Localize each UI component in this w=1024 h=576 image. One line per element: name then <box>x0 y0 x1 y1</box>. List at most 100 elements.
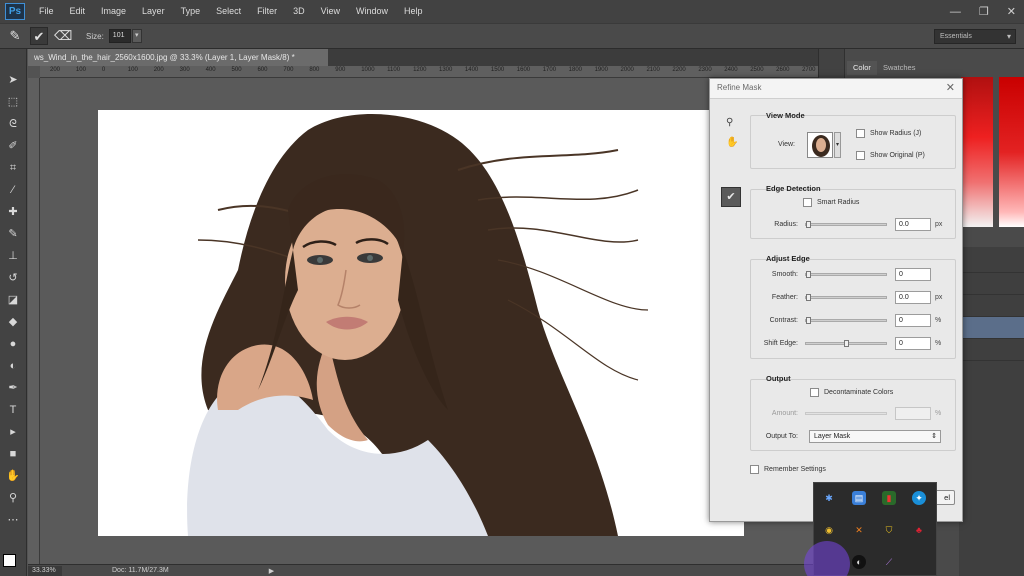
menu-window[interactable]: Window <box>348 0 396 23</box>
status-menu-arrow-icon[interactable]: ▶ <box>269 567 274 575</box>
canvas-area[interactable] <box>40 78 818 564</box>
menu-type[interactable]: Type <box>173 0 209 23</box>
edge-detection-group <box>750 189 956 239</box>
paint-bucket-tool-icon[interactable]: ◆ <box>4 313 22 331</box>
workspace-switcher[interactable]: Essentials <box>934 29 1016 44</box>
app-green-icon[interactable]: ▮ <box>882 491 896 505</box>
view-mode-thumbnail[interactable] <box>807 132 833 158</box>
menu-file[interactable]: File <box>31 0 62 23</box>
edge-detection-title: Edge Detection <box>766 184 821 193</box>
refine-radius-tool-icon[interactable]: ✔ <box>30 27 48 45</box>
shift-edge-slider[interactable] <box>805 340 887 347</box>
refine-radius-brush-icon[interactable]: ✔ <box>721 187 741 207</box>
smart-radius-checkbox[interactable] <box>803 198 812 207</box>
erase-refinements-tool-icon[interactable]: ⌫ <box>54 27 72 45</box>
minimize-button[interactable]: — <box>950 6 961 18</box>
smooth-slider-knob[interactable] <box>806 271 811 278</box>
document-canvas[interactable] <box>98 110 744 536</box>
show-radius-checkbox[interactable] <box>856 129 865 138</box>
shift-edge-input[interactable]: 0 <box>895 337 931 350</box>
brush-tool-icon[interactable]: ✎ <box>4 225 22 243</box>
document-app-icon[interactable]: ▤ <box>852 491 866 505</box>
eraser-tool-icon[interactable]: ◪ <box>4 291 22 309</box>
menu-filter[interactable]: Filter <box>249 0 285 23</box>
media-app-icon[interactable]: ◐ <box>852 555 866 569</box>
more-tools-icon[interactable]: ⋯ <box>4 511 22 529</box>
marquee-tool-icon[interactable]: ⬚ <box>4 93 22 111</box>
restore-button[interactable]: ❐ <box>979 5 989 18</box>
feather-slider-knob[interactable] <box>806 294 811 301</box>
decontaminate-colors-checkbox[interactable] <box>810 388 819 397</box>
eyedropper-tool-icon[interactable]: ⁄ <box>4 181 22 199</box>
stamp-tool-icon[interactable]: ⊥ <box>4 247 22 265</box>
foreground-color-swatch[interactable] <box>3 554 16 567</box>
feather-slider[interactable] <box>805 294 887 301</box>
tab-color[interactable]: Color <box>847 61 877 75</box>
healing-tool-icon[interactable]: ✚ <box>4 203 22 221</box>
move-tool-icon[interactable]: ➤ <box>4 71 22 89</box>
contrast-slider[interactable] <box>805 317 887 324</box>
rectangle-tool-icon[interactable]: ■ <box>4 445 22 463</box>
zoom-tool-icon[interactable]: ⚲ <box>4 489 22 507</box>
path-select-tool-icon[interactable]: ▸ <box>4 423 22 441</box>
color-spectrum[interactable] <box>961 77 993 227</box>
lasso-tool-icon[interactable]: ᘓ <box>4 115 22 133</box>
vertical-ruler[interactable] <box>28 78 40 564</box>
dialog-title-bar[interactable]: Refine Mask ✕ <box>710 79 962 99</box>
color-ramp[interactable] <box>999 77 1024 227</box>
red-app-icon[interactable]: ♣ <box>912 523 926 537</box>
document-size-info[interactable]: Doc: 11.7M/27.3M <box>112 567 169 574</box>
type-tool-icon[interactable]: T <box>4 401 22 419</box>
quick-select-tool-icon[interactable]: ✐ <box>4 137 22 155</box>
layer-row[interactable] <box>959 295 1024 317</box>
layer-row[interactable] <box>959 339 1024 361</box>
tool-preset-brush-icon[interactable]: ✎ <box>6 27 24 45</box>
feather-input[interactable]: 0.0 <box>895 291 931 304</box>
network-app-icon[interactable]: ✦ <box>912 491 926 505</box>
dodge-tool-icon[interactable]: ◐ <box>4 357 22 375</box>
tab-swatches[interactable]: Swatches <box>877 61 922 75</box>
smooth-input[interactable]: 0 <box>895 268 931 281</box>
close-button[interactable]: ✕ <box>1007 5 1016 18</box>
size-dropdown-icon[interactable]: ▾ <box>131 29 142 43</box>
menu-edit[interactable]: Edit <box>62 0 94 23</box>
document-tab[interactable]: ws_Wind_in_the_hair_2560x1600.jpg @ 33.3… <box>28 49 328 66</box>
remember-settings-checkbox[interactable] <box>750 465 759 474</box>
bluetooth-icon[interactable]: ✱ <box>822 491 836 505</box>
contrast-input[interactable]: 0 <box>895 314 931 327</box>
dialog-close-icon[interactable]: ✕ <box>946 81 955 94</box>
menu-help[interactable]: Help <box>396 0 431 23</box>
menu-select[interactable]: Select <box>208 0 249 23</box>
menu-layer[interactable]: Layer <box>134 0 173 23</box>
pen-tool-icon[interactable]: ✒ <box>4 379 22 397</box>
view-mode-dropdown-icon[interactable]: ▾ <box>834 132 841 158</box>
contrast-slider-knob[interactable] <box>806 317 811 324</box>
size-input[interactable]: 101 <box>108 29 131 43</box>
tools-app-icon[interactable]: ✕ <box>852 523 866 537</box>
smooth-slider[interactable] <box>805 271 887 278</box>
zoom-tool-icon[interactable]: ⚲ <box>726 117 733 128</box>
shift-edge-slider-knob[interactable] <box>844 340 849 347</box>
amount-unit: % <box>935 410 942 417</box>
menu-3d[interactable]: 3D <box>285 0 313 23</box>
show-original-checkbox[interactable] <box>856 151 865 160</box>
shield-icon[interactable]: ⛉ <box>882 523 896 537</box>
layer-row[interactable] <box>959 251 1024 273</box>
menu-image[interactable]: Image <box>93 0 134 23</box>
horizontal-ruler[interactable]: 200 100 0 100 200 300 400 500 600 700 800 900 1000 11… <box>40 66 818 78</box>
menu-view[interactable]: View <box>313 0 348 23</box>
crop-tool-icon[interactable]: ⌗ <box>4 159 22 177</box>
radius-slider-knob[interactable] <box>806 221 811 228</box>
feather-app-icon[interactable]: ⟋ <box>882 555 896 569</box>
output-to-select[interactable]: Layer Mask <box>809 430 941 443</box>
layer-row[interactable] <box>959 273 1024 295</box>
blur-tool-icon[interactable]: ● <box>4 335 22 353</box>
security-app-icon[interactable]: ◉ <box>822 523 836 537</box>
zoom-level-field[interactable]: 33.33% <box>28 565 62 576</box>
hand-tool-icon[interactable]: ✋ <box>4 467 22 485</box>
radius-input[interactable]: 0.0 <box>895 218 931 231</box>
hand-tool-icon[interactable]: ✋ <box>726 137 738 148</box>
history-brush-tool-icon[interactable]: ↺ <box>4 269 22 287</box>
radius-slider[interactable] <box>805 221 887 228</box>
layer-row-selected[interactable] <box>959 317 1024 339</box>
